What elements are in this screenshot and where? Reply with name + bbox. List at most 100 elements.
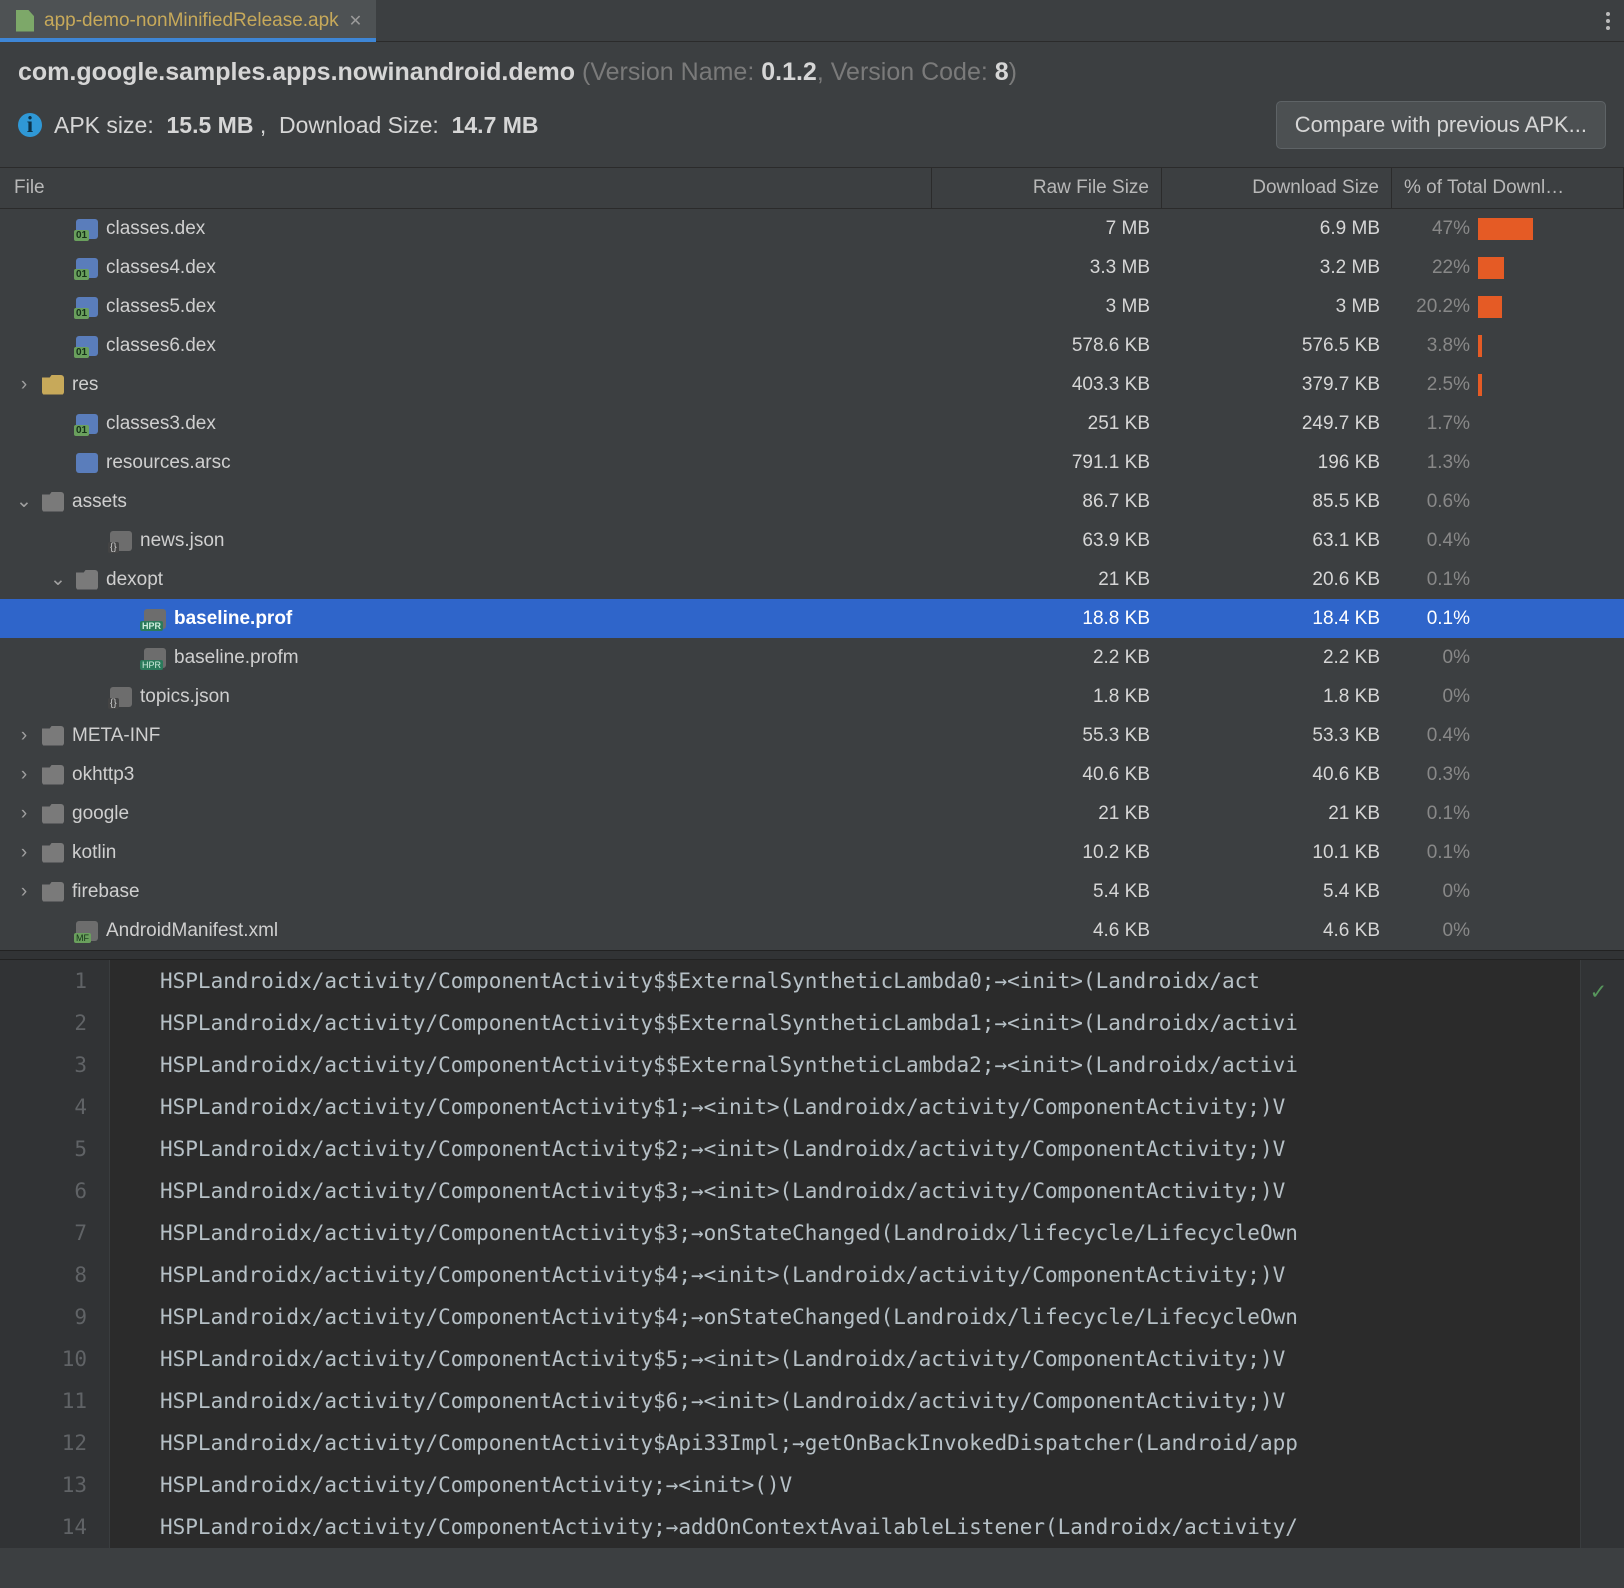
line-number-gutter: 1234567891011121314 (0, 960, 110, 1548)
table-row[interactable]: ›kotlin10.2 KB10.1 KB0.1% (0, 833, 1624, 872)
download-size: 2.2 KB (1162, 647, 1392, 669)
tab-overflow-menu[interactable] (1592, 0, 1624, 41)
download-size: 63.1 KB (1162, 530, 1392, 552)
percent-bar (1478, 569, 1598, 591)
download-size: 1.8 KB (1162, 686, 1392, 708)
inspection-strip[interactable]: ✓ (1580, 960, 1624, 1548)
expand-chevron-icon[interactable]: › (14, 803, 34, 825)
percent-bar (1478, 842, 1598, 864)
table-row[interactable]: ›classes4.dex3.3 MB3.2 MB22% (0, 248, 1624, 287)
line-number: 5 (0, 1128, 87, 1170)
apk-file-icon (14, 10, 34, 32)
table-row[interactable]: ›res403.3 KB379.7 KB2.5% (0, 365, 1624, 404)
info-icon[interactable]: i (18, 113, 42, 137)
percent-label: 0% (1400, 686, 1470, 708)
percent-label: 0.1% (1400, 803, 1470, 825)
code-line: HSPLandroidx/activity/ComponentActivity$… (160, 1338, 1580, 1380)
col-percent[interactable]: % of Total Downl… (1392, 168, 1624, 208)
col-raw-size[interactable]: Raw File Size (932, 168, 1162, 208)
folder-icon (42, 765, 64, 785)
file-name: classes4.dex (106, 257, 216, 279)
folder-icon (42, 882, 64, 902)
table-row[interactable]: ›news.json63.9 KB63.1 KB0.4% (0, 521, 1624, 560)
table-row[interactable]: ›google21 KB21 KB0.1% (0, 794, 1624, 833)
file-name: resources.arsc (106, 452, 231, 474)
raw-size: 40.6 KB (932, 764, 1162, 786)
version-name-value: 0.1.2 (761, 58, 817, 87)
raw-size: 2.2 KB (932, 647, 1162, 669)
table-row[interactable]: ›baseline.profm2.2 KB2.2 KB0% (0, 638, 1624, 677)
percent-label: 0% (1400, 881, 1470, 903)
expand-chevron-icon[interactable]: › (14, 725, 34, 747)
table-row[interactable]: ›baseline.prof18.8 KB18.4 KB0.1% (0, 599, 1624, 638)
pane-separator[interactable] (0, 950, 1624, 960)
download-size: 20.6 KB (1162, 569, 1392, 591)
expand-chevron-icon[interactable]: › (14, 764, 34, 786)
folder-icon (76, 570, 98, 590)
percent-label: 0.3% (1400, 764, 1470, 786)
raw-size: 10.2 KB (932, 842, 1162, 864)
json-icon (110, 687, 132, 707)
percent-label: 0.1% (1400, 842, 1470, 864)
arsc-icon (76, 453, 98, 473)
raw-size: 3.3 MB (932, 257, 1162, 279)
percent-label: 0.4% (1400, 725, 1470, 747)
expand-chevron-icon[interactable]: › (14, 842, 34, 864)
percent-label: 2.5% (1400, 374, 1470, 396)
download-size: 3 MB (1162, 296, 1392, 318)
table-row[interactable]: ›META-INF55.3 KB53.3 KB0.4% (0, 716, 1624, 755)
mf-icon (76, 921, 98, 941)
tab-active-indicator (0, 38, 376, 42)
line-number: 13 (0, 1464, 87, 1506)
table-row[interactable]: ›classes.dex7 MB6.9 MB47% (0, 209, 1624, 248)
folder-icon (42, 492, 64, 512)
expand-chevron-icon[interactable]: › (14, 374, 34, 396)
dex-icon (76, 258, 98, 278)
table-row[interactable]: ›classes3.dex251 KB249.7 KB1.7% (0, 404, 1624, 443)
expand-chevron-icon[interactable]: › (14, 881, 34, 903)
table-row[interactable]: ›classes6.dex578.6 KB576.5 KB3.8% (0, 326, 1624, 365)
percent-bar (1478, 764, 1598, 786)
table-row[interactable]: ›firebase5.4 KB5.4 KB0% (0, 872, 1624, 911)
expand-chevron-icon[interactable]: ⌄ (48, 568, 68, 591)
table-row[interactable]: ›topics.json1.8 KB1.8 KB0% (0, 677, 1624, 716)
file-name: classes.dex (106, 218, 205, 240)
version-code-label: Version Code: (831, 58, 988, 87)
raw-size: 403.3 KB (932, 374, 1162, 396)
col-download-size[interactable]: Download Size (1162, 168, 1392, 208)
file-name: assets (72, 491, 127, 513)
raw-size: 18.8 KB (932, 608, 1162, 630)
raw-size: 21 KB (932, 569, 1162, 591)
table-row[interactable]: ›AndroidManifest.xml4.6 KB4.6 KB0% (0, 911, 1624, 950)
percent-bar (1478, 803, 1598, 825)
close-icon[interactable]: ✕ (349, 11, 362, 31)
file-name: topics.json (140, 686, 230, 708)
col-file[interactable]: File (0, 168, 932, 208)
table-row[interactable]: ⌄dexopt21 KB20.6 KB0.1% (0, 560, 1624, 599)
table-row[interactable]: ⌄assets86.7 KB85.5 KB0.6% (0, 482, 1624, 521)
raw-size: 55.3 KB (932, 725, 1162, 747)
compare-apk-button[interactable]: Compare with previous APK... (1276, 101, 1606, 149)
code-line: HSPLandroidx/activity/ComponentActivity$… (160, 1296, 1580, 1338)
dex-icon (76, 336, 98, 356)
expand-chevron-icon[interactable]: ⌄ (14, 490, 34, 513)
percent-bar (1478, 881, 1598, 903)
column-headers: File Raw File Size Download Size % of To… (0, 167, 1624, 209)
tab-apk-analyzer[interactable]: app-demo-nonMinifiedRelease.apk ✕ (0, 0, 376, 41)
line-number: 14 (0, 1506, 87, 1548)
raw-size: 251 KB (932, 413, 1162, 435)
dex-icon (76, 297, 98, 317)
percent-label: 0.6% (1400, 491, 1470, 513)
percent-bar (1478, 647, 1598, 669)
download-size: 10.1 KB (1162, 842, 1392, 864)
table-row[interactable]: ›okhttp340.6 KB40.6 KB0.3% (0, 755, 1624, 794)
apk-size-value: 15.5 MB (167, 112, 254, 138)
file-name: classes3.dex (106, 413, 216, 435)
table-row[interactable]: ›resources.arsc791.1 KB196 KB1.3% (0, 443, 1624, 482)
percent-bar (1478, 413, 1598, 435)
table-row[interactable]: ›classes5.dex3 MB3 MB20.2% (0, 287, 1624, 326)
tab-bar: app-demo-nonMinifiedRelease.apk ✕ (0, 0, 1624, 42)
folder-icon (42, 726, 64, 746)
line-number: 11 (0, 1380, 87, 1422)
code-lines[interactable]: HSPLandroidx/activity/ComponentActivity$… (110, 960, 1580, 1548)
